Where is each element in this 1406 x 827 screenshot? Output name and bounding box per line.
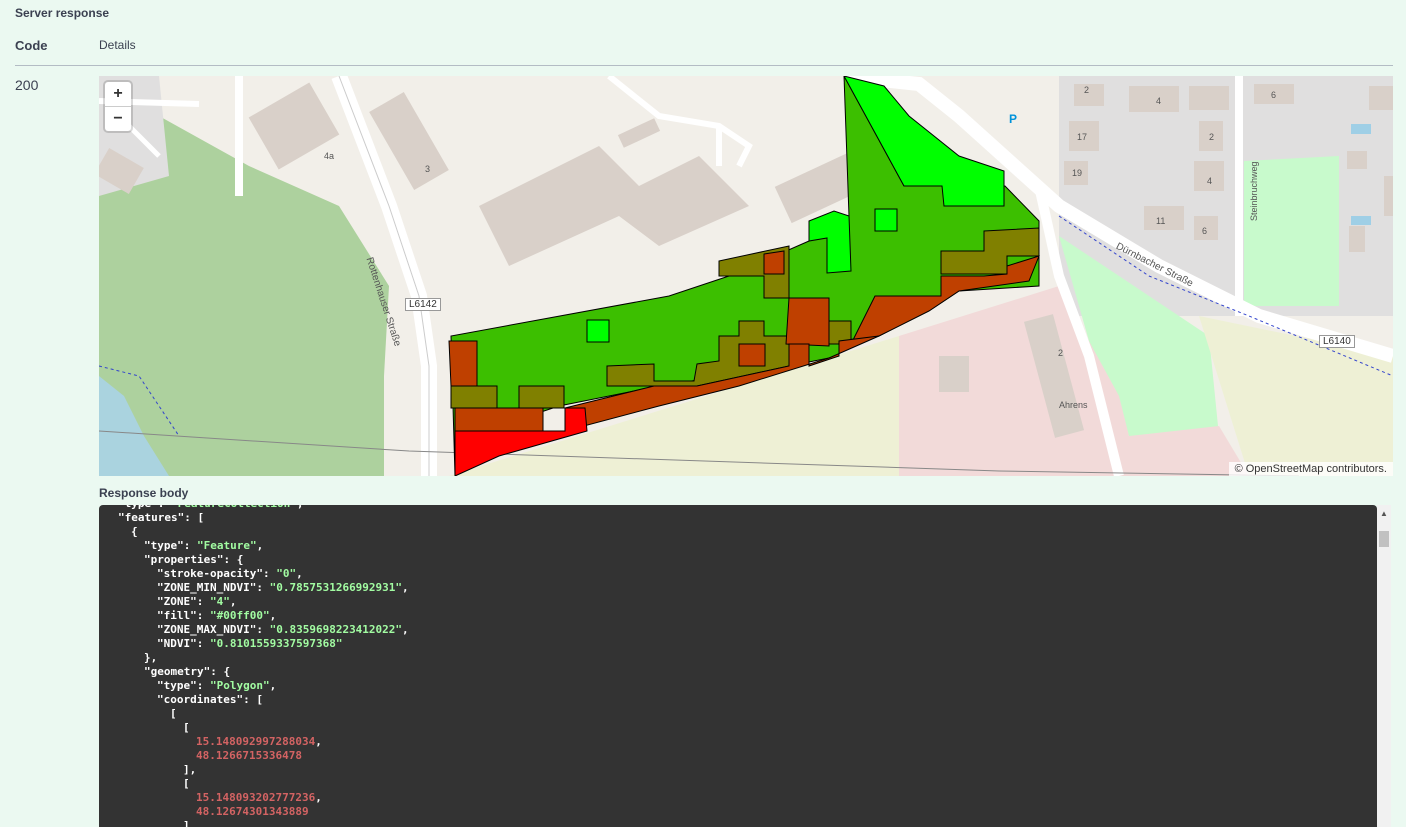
code-token: , — [402, 623, 409, 636]
code-token: , — [256, 539, 264, 552]
code-token: 15.148092997288034 — [196, 735, 316, 748]
code-token: "ZONE": — [157, 595, 210, 608]
house-number: 6 — [1202, 226, 1208, 236]
code-token: "stroke-opacity": — [157, 567, 277, 580]
header-divider — [15, 65, 1393, 66]
house-number: 11 — [1156, 216, 1166, 226]
code-token: "0.7857531266992931" — [269, 581, 403, 594]
code-line: [ — [183, 777, 190, 791]
code-token: "properties": { — [144, 553, 244, 566]
code-token: "type": — [144, 539, 197, 552]
code-line: [ — [183, 721, 190, 735]
code-line: "properties": { — [144, 553, 243, 567]
code-token: , — [297, 505, 304, 510]
house-number: 4 — [1156, 96, 1162, 106]
code-line: 15.148092997288034, — [196, 735, 322, 749]
house-number: 4a — [324, 151, 335, 161]
code-token: 48.12674301343889 — [196, 805, 309, 818]
code-token: , — [296, 567, 303, 580]
code-token: "type": — [118, 505, 171, 510]
code-token: ], — [183, 819, 197, 827]
code-token: "Polygon" — [209, 679, 270, 692]
code-token: "4" — [209, 595, 230, 608]
code-line: "type": "Polygon", — [157, 679, 276, 693]
response-body-code[interactable]: "type": "FeatureCollection", "features": … — [99, 505, 1377, 827]
code-line: ], — [183, 819, 196, 827]
code-line: "geometry": { — [144, 665, 230, 679]
map-attribution[interactable]: © OpenStreetMap contributors. — [1228, 462, 1393, 476]
code-token: [ — [183, 777, 190, 790]
code-token: , — [315, 791, 322, 804]
code-line: 15.148093202777236, — [196, 791, 322, 805]
code-token: "ZONE_MAX_NDVI": — [157, 623, 270, 636]
code-line: "fill": "#00ff00", — [157, 609, 276, 623]
house-number: 2 — [1058, 348, 1064, 358]
house-number: 17 — [1077, 132, 1088, 142]
code-line: "stroke-opacity": "0", — [157, 567, 303, 581]
status-code: 200 — [15, 77, 39, 93]
code-line: "ZONE_MAX_NDVI": "0.8359698223412022", — [157, 623, 409, 637]
code-token: "0.8101559337597368" — [209, 637, 343, 650]
code-scrollbar[interactable]: ▲ — [1377, 505, 1391, 827]
code-line: }, — [144, 651, 157, 665]
road-label-l6140: L6140 — [1319, 335, 1355, 348]
road-label-l6142: L6142 — [405, 298, 441, 311]
house-number: 2 — [1209, 132, 1215, 142]
code-token: , — [402, 581, 409, 594]
code-token: , — [269, 679, 277, 692]
code-line: "type": "Feature", — [144, 539, 263, 553]
scroll-up-icon[interactable]: ▲ — [1380, 509, 1388, 518]
street-name-steinbruchweg: Steinbruchweg — [1249, 161, 1259, 221]
code-token: , — [315, 735, 322, 748]
code-token: [ — [170, 707, 177, 720]
details-column-header: Details — [99, 38, 136, 52]
code-token: { — [131, 525, 138, 538]
code-token: "fill": — [157, 609, 210, 622]
code-line: "ZONE_MIN_NDVI": "0.7857531266992931", — [157, 581, 409, 595]
parking-icon: P — [1009, 112, 1018, 126]
map-view[interactable]: + − L6142 L6140 Rottenhauser Straße Dürn… — [99, 76, 1393, 476]
zoom-in-button[interactable]: + — [105, 82, 131, 107]
house-number: 3 — [425, 164, 431, 174]
code-token: "FeatureCollection" — [171, 505, 297, 510]
code-token: "#00ff00" — [209, 609, 270, 622]
code-token: , — [229, 595, 237, 608]
code-line: { — [131, 525, 138, 539]
server-response-title: Server response — [15, 6, 110, 20]
code-line: 48.12674301343889 — [196, 805, 309, 819]
poi-label-ahrens: Ahrens — [1059, 400, 1088, 410]
scroll-thumb[interactable] — [1379, 531, 1389, 547]
zoom-control: + − — [105, 82, 131, 131]
code-token: "NDVI": — [157, 637, 210, 650]
code-token: "coordinates": [ — [157, 693, 263, 706]
zoom-out-button[interactable]: − — [105, 107, 131, 131]
code-token: "0.8359698223412022" — [269, 623, 403, 636]
code-line: [ — [170, 707, 177, 721]
response-body-title: Response body — [99, 486, 189, 500]
house-number: 2 — [1084, 85, 1090, 95]
code-token: }, — [144, 651, 158, 664]
code-line: "NDVI": "0.8101559337597368" — [157, 637, 342, 651]
house-number: 6 — [1271, 90, 1277, 100]
code-token: [ — [183, 721, 190, 734]
code-token: "Feature" — [196, 539, 257, 552]
code-line: "features": [ — [118, 511, 204, 525]
code-line: "ZONE": "4", — [157, 595, 236, 609]
code-column-header: Code — [15, 38, 48, 53]
code-token: 15.148093202777236 — [196, 791, 316, 804]
code-line: 48.1266715336478 — [196, 749, 302, 763]
code-token: "0" — [276, 567, 297, 580]
code-token: "geometry": { — [144, 665, 231, 678]
code-token: , — [269, 609, 277, 622]
map-tiles — [99, 76, 1393, 476]
code-token: "ZONE_MIN_NDVI": — [157, 581, 270, 594]
code-token: ], — [183, 763, 197, 776]
house-number: 19 — [1072, 168, 1083, 178]
code-token: "features": [ — [118, 511, 205, 524]
code-line: "coordinates": [ — [157, 693, 263, 707]
house-number: 4 — [1207, 176, 1213, 186]
code-line: ], — [183, 763, 196, 777]
code-token: 48.1266715336478 — [196, 749, 302, 762]
code-token: "type": — [157, 679, 210, 692]
